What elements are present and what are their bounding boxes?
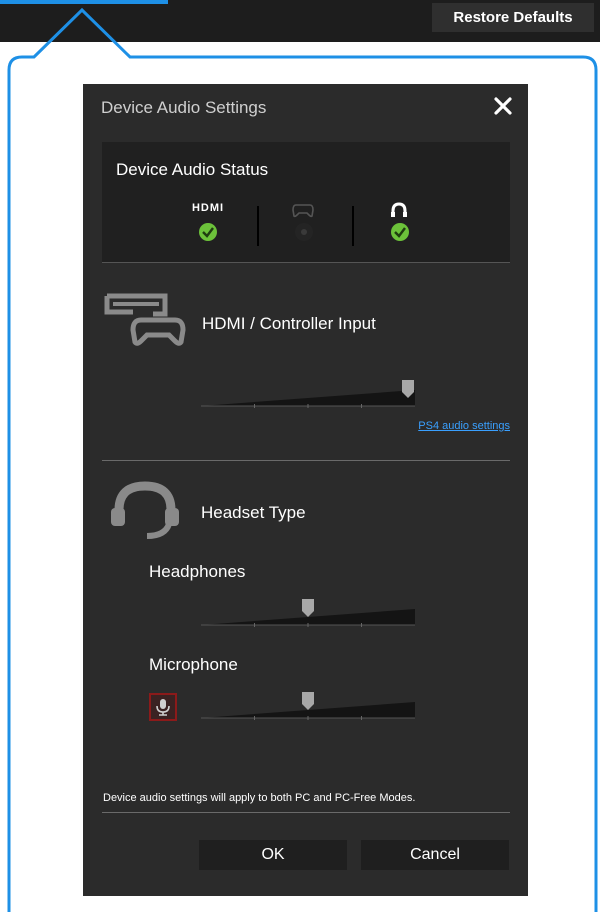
slider-thumb	[302, 599, 314, 617]
top-toolbar: Restore Defaults	[0, 0, 600, 42]
hdmi-label: HDMI	[191, 202, 225, 214]
cancel-button[interactable]: Cancel	[361, 840, 509, 870]
status-title: Device Audio Status	[116, 160, 269, 179]
check-icon	[391, 223, 409, 241]
status-divider	[352, 206, 354, 246]
device-audio-status-panel: Device Audio Status HDMI	[102, 142, 510, 263]
headphones-volume-slider[interactable]	[200, 595, 416, 629]
status-hdmi: HDMI	[178, 202, 238, 252]
check-icon	[199, 223, 217, 241]
dialog-title: Device Audio Settings	[101, 98, 267, 117]
ok-button[interactable]: OK	[199, 840, 347, 870]
active-tab-indicator	[0, 0, 168, 4]
slider-thumb	[302, 692, 314, 710]
close-icon[interactable]	[491, 94, 515, 118]
restore-defaults-button[interactable]: Restore Defaults	[432, 3, 594, 32]
footer-separator	[102, 812, 510, 813]
hdmi-volume-slider[interactable]	[200, 376, 416, 410]
status-off-icon	[295, 223, 313, 241]
hdmi-controller-label: HDMI / Controller Input	[202, 314, 376, 333]
headset-icon	[391, 202, 407, 217]
status-headset	[370, 202, 430, 252]
footnote-text: Device audio settings will apply to both…	[103, 792, 416, 804]
headset-type-label: Headset Type	[201, 503, 306, 522]
microphone-mute-icon[interactable]	[149, 693, 177, 721]
status-divider	[257, 206, 259, 246]
microphone-volume-slider[interactable]	[200, 688, 416, 722]
controller-icon	[292, 204, 314, 218]
headphones-label: Headphones	[149, 562, 246, 581]
device-audio-settings-dialog: Device Audio Settings Device Audio Statu…	[83, 84, 528, 896]
slider-track	[201, 390, 415, 406]
hdmi-controller-icon	[104, 293, 186, 346]
headset-icon	[111, 481, 179, 539]
status-controller	[274, 202, 334, 252]
section-separator	[102, 460, 510, 461]
ps4-audio-settings-link[interactable]: PS4 audio settings	[383, 420, 510, 432]
microphone-label: Microphone	[149, 655, 238, 674]
